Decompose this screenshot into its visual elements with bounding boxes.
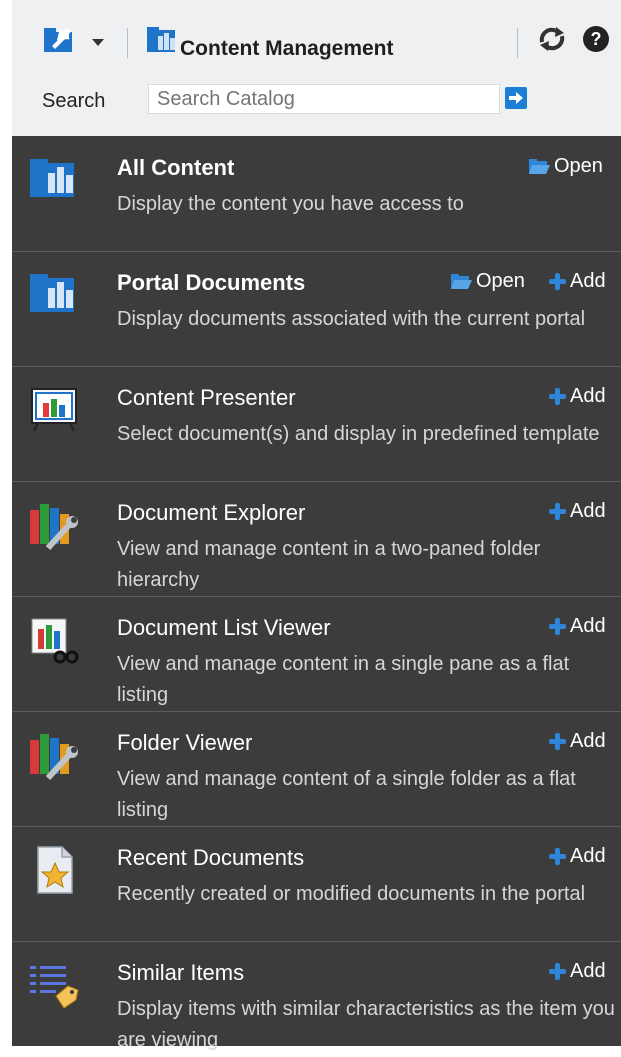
panel-title: Content Management: [180, 37, 394, 60]
item-description: View and manage content in a single pane…: [117, 653, 570, 706]
add-link[interactable]: Add: [549, 385, 606, 408]
folder-icon: [30, 270, 80, 320]
item-description: Recently created or modified documents i…: [117, 883, 586, 905]
add-link[interactable]: Add: [549, 845, 606, 868]
list-item[interactable]: Document List Viewer Add View and manage…: [12, 597, 621, 712]
star-document-icon: [30, 845, 80, 895]
folder-open-icon: [529, 158, 550, 174]
list-item[interactable]: Document Explorer Add View and manage co…: [12, 482, 621, 597]
search-input[interactable]: [148, 84, 500, 114]
list-item[interactable]: All Content Open Display the content you…: [12, 137, 621, 252]
catalog-list: All Content Open Display the content you…: [12, 137, 621, 1057]
toolbar-row: Content Management ?: [12, 14, 621, 64]
open-label: Open: [554, 155, 603, 177]
folder-open-icon: [451, 273, 472, 289]
search-go-button[interactable]: [505, 87, 527, 109]
list-item[interactable]: Recent Documents Add Recently created or…: [12, 827, 621, 942]
svg-text:?: ?: [591, 29, 602, 49]
content-management-icon: [146, 24, 178, 59]
list-item[interactable]: Portal Documents Open Add Display docume…: [12, 252, 621, 367]
add-link[interactable]: Add: [549, 730, 606, 753]
add-label: Add: [570, 845, 606, 867]
similar-items-icon: [30, 960, 80, 1010]
item-name: Similar Items: [117, 960, 245, 985]
list-item[interactable]: Similar Items Add Display items with sim…: [12, 942, 621, 1057]
open-link[interactable]: Open: [450, 270, 525, 293]
add-link[interactable]: Add: [549, 500, 606, 523]
add-link[interactable]: Add: [549, 270, 606, 293]
item-description: Display the content you have access to: [117, 193, 464, 215]
toolbar: Content Management ?: [12, 0, 621, 80]
list-item[interactable]: Folder Viewer Add View and manage conten…: [12, 712, 621, 827]
plus-icon: [549, 963, 566, 980]
add-link[interactable]: Add: [549, 615, 606, 638]
add-label: Add: [570, 270, 606, 292]
add-label: Add: [570, 385, 606, 407]
content-management-panel: Content Management ? Search Search Catal…: [12, 0, 621, 1051]
plus-icon: [549, 848, 566, 865]
item-name: Portal Documents: [117, 270, 306, 295]
item-name: Recent Documents: [117, 845, 305, 870]
add-link[interactable]: Add: [549, 960, 606, 983]
folder-icon: [30, 155, 80, 205]
help-icon[interactable]: ?: [582, 25, 610, 58]
item-name: All Content: [117, 155, 235, 180]
item-name: Content Presenter: [117, 385, 296, 410]
item-description: View and manage content of a single fold…: [117, 768, 576, 821]
up-folder-icon[interactable]: [42, 24, 76, 59]
plus-icon: [549, 618, 566, 635]
open-label: Open: [476, 270, 525, 292]
plus-icon: [549, 503, 566, 520]
search-label: Search: [42, 90, 106, 112]
refresh-icon[interactable]: [538, 26, 566, 57]
dropdown-chevron-icon[interactable]: [92, 34, 104, 52]
item-description: Display documents associated with the cu…: [117, 308, 586, 330]
plus-icon: [549, 733, 566, 750]
list-item[interactable]: Content Presenter Add Select document(s)…: [12, 367, 621, 482]
arrow-right-icon: [509, 92, 523, 104]
books-wrench-icon: [30, 730, 80, 781]
add-label: Add: [570, 500, 606, 522]
item-name: Document List Viewer: [117, 615, 331, 640]
item-description: Display items with similar characteristi…: [117, 998, 615, 1051]
presenter-icon: [30, 385, 80, 435]
plus-icon: [549, 388, 566, 405]
open-link[interactable]: Open: [528, 155, 603, 178]
toolbar-separator: [127, 28, 128, 58]
item-name: Folder Viewer: [117, 730, 253, 755]
toolbar-separator: [517, 28, 518, 58]
books-wrench-icon: [30, 500, 80, 551]
item-name: Document Explorer: [117, 500, 306, 525]
list-viewer-icon: [30, 615, 80, 665]
add-label: Add: [570, 615, 606, 637]
add-label: Add: [570, 730, 606, 752]
add-label: Add: [570, 960, 606, 982]
plus-icon: [549, 273, 566, 290]
item-description: View and manage content in a two-paned f…: [117, 538, 541, 591]
item-description: Select document(s) and display in predef…: [117, 423, 600, 445]
